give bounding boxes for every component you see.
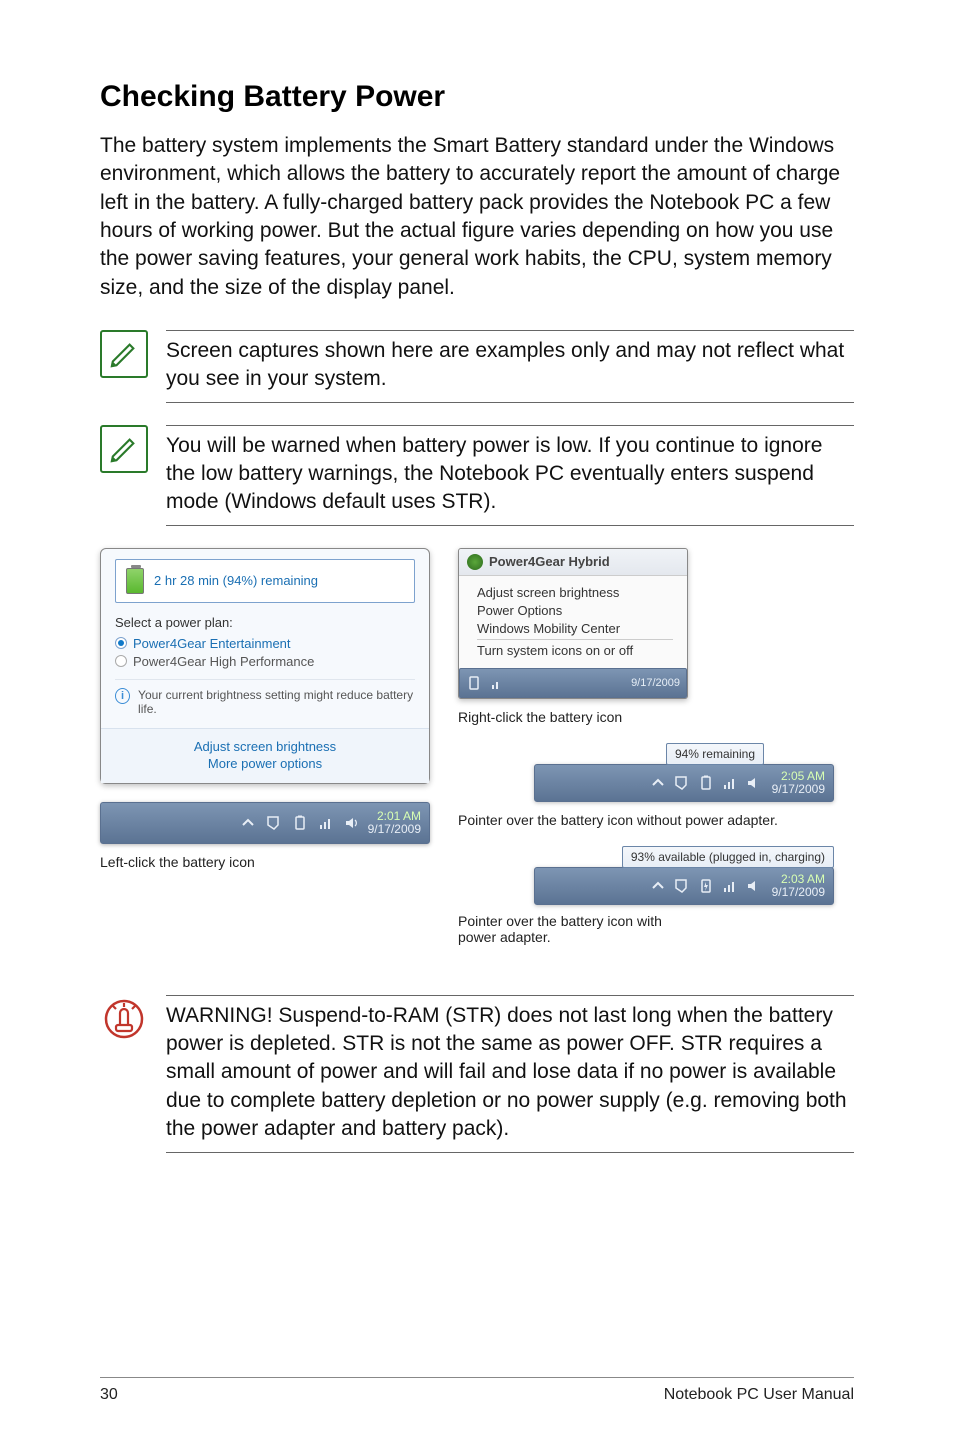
warning-block: WARNING! Suspend-to-RAM (STR) does not l… — [100, 995, 854, 1153]
warning-text: WARNING! Suspend-to-RAM (STR) does not l… — [166, 995, 854, 1153]
note-2-text: You will be warned when battery power is… — [166, 425, 854, 526]
network-icon[interactable] — [318, 815, 334, 831]
show-hidden-icons-icon[interactable] — [240, 815, 256, 831]
context-menu-title: Power4Gear Hybrid — [489, 554, 610, 569]
power-plan-entertainment[interactable]: Power4Gear Entertainment — [115, 636, 415, 651]
battery-tray-icon[interactable] — [466, 675, 482, 691]
taskbar-mini-context: 9/17/2009 — [459, 668, 687, 698]
warning-icon — [100, 995, 148, 1043]
tooltip-charging: 93% available (plugged in, charging) — [622, 846, 834, 868]
volume-icon[interactable] — [746, 775, 762, 791]
manual-title: Notebook PC User Manual — [664, 1386, 854, 1404]
menu-item-system-icons[interactable]: Turn system icons on or off — [477, 643, 673, 658]
radio-icon — [115, 655, 127, 667]
taskbar-clock[interactable]: 2:03 AM 9/17/2009 — [772, 873, 825, 899]
caption-pointer-with-adapter-line2: power adapter. — [458, 929, 854, 945]
battery-charging-tray-icon[interactable] — [698, 878, 714, 894]
taskbar-time: 2:03 AM — [772, 873, 825, 886]
battery-tray-icon[interactable] — [292, 815, 308, 831]
action-center-icon[interactable] — [674, 878, 690, 894]
power-plan-entertainment-label: Power4Gear Entertainment — [133, 636, 291, 651]
info-icon: i — [115, 688, 130, 704]
taskbar-date: 9/17/2009 — [772, 783, 825, 796]
battery-tray-icon[interactable] — [698, 775, 714, 791]
show-hidden-icons-icon[interactable] — [650, 878, 666, 894]
battery-remaining-text: 2 hr 28 min (94%) remaining — [154, 573, 318, 588]
more-power-options-link[interactable]: More power options — [101, 756, 429, 771]
brightness-info-row: i Your current brightness setting might … — [115, 679, 415, 716]
network-icon[interactable] — [722, 775, 738, 791]
network-icon[interactable] — [490, 675, 506, 691]
radio-icon — [115, 637, 127, 649]
action-center-icon[interactable] — [674, 775, 690, 791]
taskbar-date: 9/17/2009 — [772, 886, 825, 899]
caption-pointer-no-adapter: Pointer over the battery icon without po… — [458, 812, 854, 828]
note-icon — [100, 425, 148, 473]
action-center-icon[interactable] — [266, 815, 282, 831]
volume-icon[interactable] — [746, 878, 762, 894]
power-plan-label: Select a power plan: — [115, 615, 415, 630]
taskbar-time: 2:01 AM — [368, 810, 421, 823]
network-icon[interactable] — [722, 878, 738, 894]
taskbar-clock[interactable]: 2:05 AM 9/17/2009 — [772, 770, 825, 796]
battery-icon — [126, 568, 144, 594]
caption-pointer-with-adapter-line1: Pointer over the battery icon with — [458, 913, 854, 929]
brightness-info-text: Your current brightness setting might re… — [138, 688, 415, 716]
menu-item-power-options[interactable]: Power Options — [477, 603, 673, 618]
taskbar-clock[interactable]: 2:01 AM 9/17/2009 — [368, 810, 421, 836]
taskbar-pointer-no-adapter: 2:05 AM 9/17/2009 — [534, 764, 834, 802]
taskbar-mini-date: 9/17/2009 — [631, 677, 680, 689]
power-plan-high-performance-label: Power4Gear High Performance — [133, 654, 314, 669]
power-plan-high-performance[interactable]: Power4Gear High Performance — [115, 654, 415, 669]
taskbar-date: 9/17/2009 — [368, 823, 421, 836]
page-number: 30 — [100, 1386, 118, 1404]
taskbar-left: 2:01 AM 9/17/2009 — [100, 802, 430, 844]
power-popup-leftclick: 2 hr 28 min (94%) remaining Select a pow… — [100, 548, 430, 784]
battery-remaining-box: 2 hr 28 min (94%) remaining — [115, 559, 415, 603]
taskbar-pointer-with-adapter: 2:03 AM 9/17/2009 — [534, 867, 834, 905]
page-heading: Checking Battery Power — [100, 80, 854, 114]
menu-item-adjust-brightness[interactable]: Adjust screen brightness — [477, 585, 673, 600]
note-block-2: You will be warned when battery power is… — [100, 425, 854, 526]
note-block-1: Screen captures shown here are examples … — [100, 330, 854, 403]
power4gear-icon — [467, 554, 483, 570]
menu-item-mobility-center[interactable]: Windows Mobility Center — [477, 621, 673, 636]
note-1-text: Screen captures shown here are examples … — [166, 330, 854, 403]
menu-separator — [477, 639, 673, 640]
show-hidden-icons-icon[interactable] — [650, 775, 666, 791]
adjust-brightness-link[interactable]: Adjust screen brightness — [101, 739, 429, 754]
caption-right-click: Right-click the battery icon — [458, 709, 854, 725]
caption-left-click: Left-click the battery icon — [100, 854, 430, 870]
tooltip-remaining: 94% remaining — [666, 743, 764, 765]
intro-paragraph: The battery system implements the Smart … — [100, 132, 854, 302]
volume-icon[interactable] — [344, 815, 360, 831]
note-icon — [100, 330, 148, 378]
taskbar-time: 2:05 AM — [772, 770, 825, 783]
battery-context-menu: Power4Gear Hybrid Adjust screen brightne… — [458, 548, 688, 699]
